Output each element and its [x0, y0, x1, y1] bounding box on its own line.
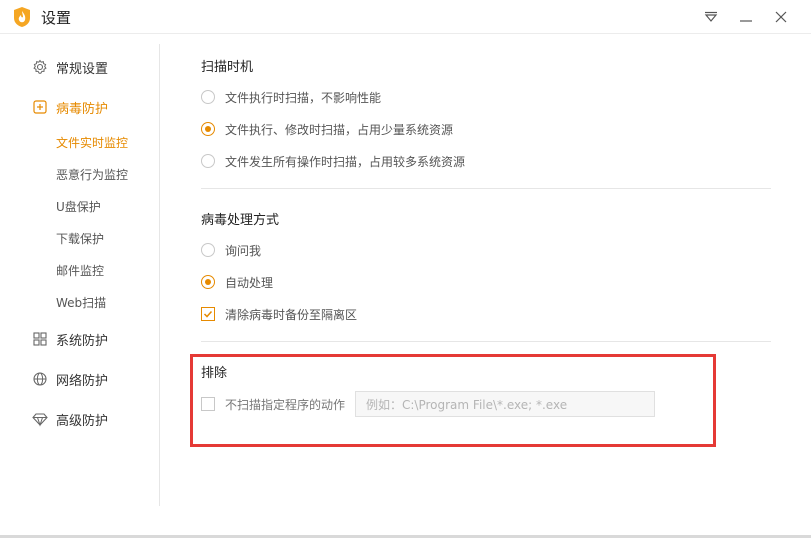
sub-item-mail-monitor[interactable]: 邮件监控 [56, 260, 104, 280]
title-bar: 设置 [0, 0, 811, 34]
radio-scan-on-execute-modify[interactable]: 文件执行、修改时扫描，占用少量系统资源 [201, 120, 453, 138]
sidebar-item-system-protection[interactable]: 系统防护 [32, 327, 108, 351]
sidebar-item-label: 病毒防护 [56, 101, 109, 117]
option-label: 自动处理 [225, 275, 274, 290]
checkbox-exclude-programs[interactable]: 不扫描指定程序的动作 [201, 395, 345, 413]
sidebar-item-label: 网络防护 [56, 373, 109, 389]
sidebar-item-network-protection[interactable]: 网络防护 [32, 367, 108, 391]
radio-button[interactable] [201, 243, 215, 257]
radio-scan-on-all-operations[interactable]: 文件发生所有操作时扫描，占用较多系统资源 [201, 152, 465, 170]
checkbox-checked[interactable] [201, 307, 215, 321]
sub-item-web-scan[interactable]: Web扫描 [56, 292, 106, 312]
sidebar-item-virus-protection[interactable]: 病毒防护 [32, 95, 108, 119]
radio-auto-handle[interactable]: 自动处理 [201, 273, 273, 291]
close-button[interactable] [764, 0, 798, 34]
minimize-button[interactable] [729, 0, 763, 34]
menu-dropdown-button[interactable] [694, 0, 728, 34]
sidebar-item-advanced-protection[interactable]: 高级防护 [32, 407, 108, 431]
exclusion-path-input[interactable]: 例如：C:\Program File\*.exe; *.exe [355, 391, 655, 417]
triangle-menu-icon [704, 11, 718, 22]
radio-button[interactable] [201, 90, 215, 104]
close-icon [775, 11, 787, 23]
sub-item-malicious-behavior-monitor[interactable]: 恶意行为监控 [56, 164, 128, 184]
sidebar-item-label: 系统防护 [56, 333, 109, 349]
sidebar-divider [159, 44, 160, 506]
sidebar-item-label: 高级防护 [56, 413, 109, 429]
checkbox-backup-to-quarantine[interactable]: 清除病毒时备份至隔离区 [201, 305, 357, 323]
option-label: 文件执行、修改时扫描，占用少量系统资源 [225, 122, 454, 137]
radio-scan-on-execute[interactable]: 文件执行时扫描，不影响性能 [201, 88, 381, 106]
sub-item-file-realtime-monitor[interactable]: 文件实时监控 [56, 132, 128, 152]
gear-icon [32, 59, 48, 75]
option-label: 询问我 [225, 243, 262, 258]
checkbox[interactable] [201, 397, 215, 411]
radio-ask-me[interactable]: 询问我 [201, 241, 261, 259]
option-label: 不扫描指定程序的动作 [225, 397, 346, 412]
section-divider [201, 188, 771, 189]
radio-button[interactable] [201, 154, 215, 168]
sub-item-usb-protection[interactable]: U盘保护 [56, 196, 101, 216]
sub-item-download-protection[interactable]: 下载保护 [56, 228, 104, 248]
globe-icon [32, 371, 48, 387]
exclusion-title: 排除 [201, 366, 228, 381]
section-divider [201, 341, 771, 342]
virus-handling-title: 病毒处理方式 [201, 213, 280, 228]
option-label: 清除病毒时备份至隔离区 [225, 307, 358, 322]
option-label: 文件发生所有操作时扫描，占用较多系统资源 [225, 154, 466, 169]
flame-logo-icon [14, 7, 30, 27]
plus-square-icon [32, 99, 48, 115]
window-title: 设置 [41, 9, 72, 27]
checkmark-icon [203, 310, 213, 318]
minimize-icon [740, 20, 752, 22]
diamond-icon [32, 411, 48, 427]
option-label: 文件执行时扫描，不影响性能 [225, 90, 382, 105]
sidebar-item-label: 常规设置 [56, 61, 109, 77]
radio-button-checked[interactable] [201, 275, 215, 289]
grid-icon [32, 331, 48, 347]
sidebar-item-general[interactable]: 常规设置 [32, 55, 108, 79]
scan-timing-title: 扫描时机 [201, 60, 254, 75]
radio-button-checked[interactable] [201, 122, 215, 136]
